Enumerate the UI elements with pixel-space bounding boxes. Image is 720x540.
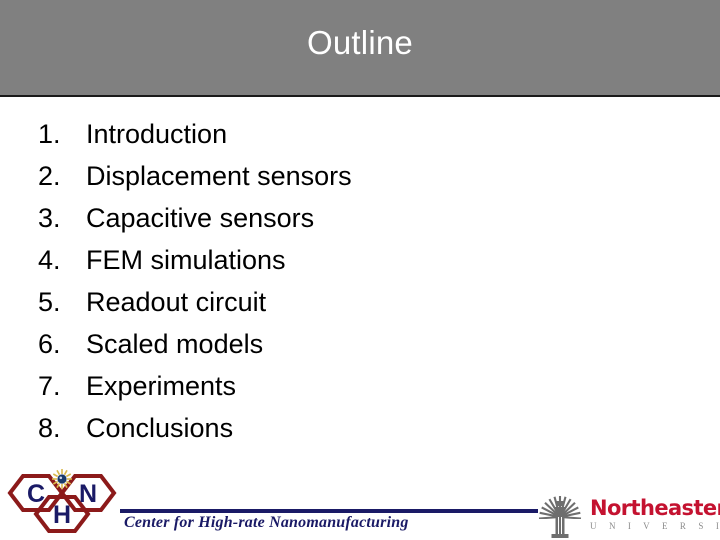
northeastern-logo: Northeastern U N I V E R S I T Y [534,495,720,540]
chn-hexagon-logo-icon: C N H [4,468,122,540]
svg-text:C: C [27,480,45,508]
list-item-number: 1. [38,119,61,149]
list-item-number: 2. [38,161,61,191]
list-item-number: 8. [38,413,61,443]
northeastern-name: Northeastern [590,496,720,520]
outline-list: 1. Introduction 2. Displacement sensors … [38,113,658,449]
page-title: Outline [307,24,413,61]
northeastern-subtitle: U N I V E R S I T Y [590,521,720,531]
list-item-label: Readout circuit [86,287,267,317]
list-item: 8. Conclusions [38,407,658,449]
list-item-label: Scaled models [86,329,264,359]
list-item-number: 4. [38,245,61,275]
list-item: 7. Experiments [38,365,658,407]
footer-divider-rule [120,509,538,513]
slide-title-banner: Outline [0,0,720,97]
list-item-label: Capacitive sensors [86,203,315,233]
list-item-label: Introduction [86,119,228,149]
svg-text:N: N [79,480,97,508]
list-item-label: Displacement sensors [86,161,352,191]
list-item-number: 6. [38,329,61,359]
list-item-number: 5. [38,287,61,317]
list-item-number: 7. [38,371,61,401]
list-item-number: 3. [38,203,61,233]
list-item-label: Conclusions [86,413,234,443]
northeastern-wordmark: Northeastern U N I V E R S I T Y [590,497,720,532]
list-item: 1. Introduction [38,113,658,155]
list-item: 6. Scaled models [38,323,658,365]
list-item: 2. Displacement sensors [38,155,658,197]
northeastern-seal-icon [534,495,586,539]
list-item: 5. Readout circuit [38,281,658,323]
list-item: 3. Capacitive sensors [38,197,658,239]
list-item-label: Experiments [86,371,237,401]
svg-text:H: H [53,501,71,529]
footer-center-text: Center for High-rate Nanomanufacturing [124,514,409,531]
list-item-label: FEM simulations [86,245,286,275]
list-item: 4. FEM simulations [38,239,658,281]
slide-footer: C N H Center for High-rate Nanomanufactu… [0,465,720,540]
